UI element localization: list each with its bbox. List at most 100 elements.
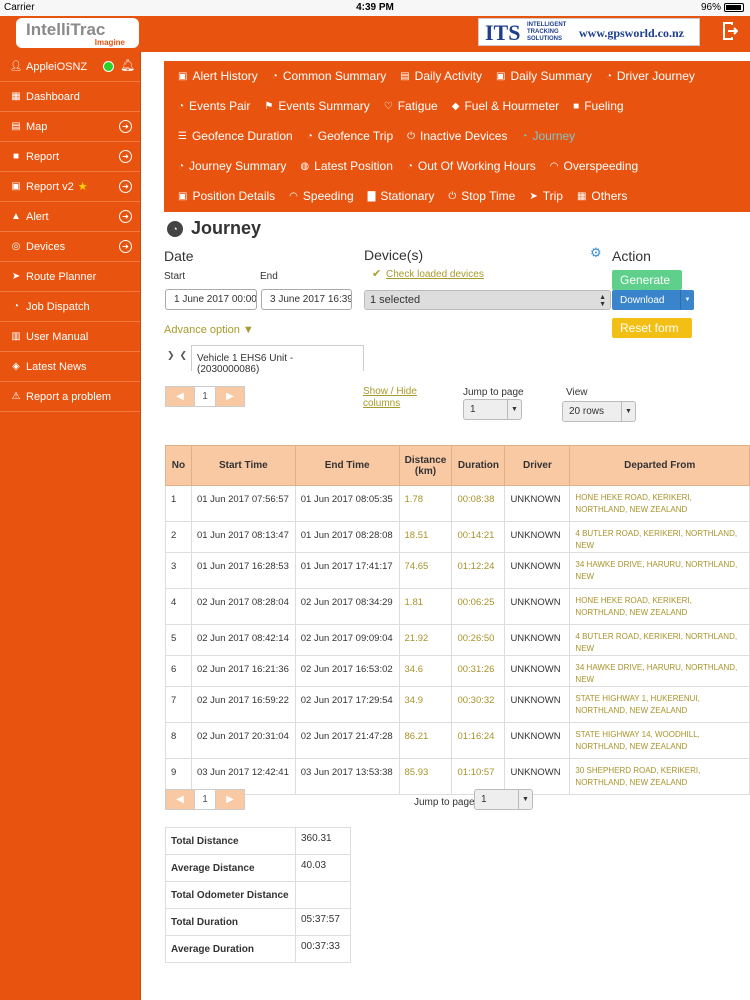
summary-row: Average Duration 00:37:33 <box>165 935 351 963</box>
news-icon: ◈ <box>12 361 20 372</box>
start-label: Start <box>164 271 186 282</box>
menu-item-speeding[interactable]: ◠ Speeding <box>289 189 353 203</box>
tab-scroll-arrows[interactable]: ❯ ❮ <box>167 350 187 361</box>
sidebar-item-report-v2[interactable]: ▣ Report v2 ★ ➜ <box>0 172 140 202</box>
column-header[interactable]: Driver <box>504 445 571 486</box>
battery-percent: 96% <box>700 2 721 13</box>
menu-item-journey[interactable]: ◔ Journey <box>521 129 575 143</box>
download-button[interactable]: Download ▼ <box>612 290 694 310</box>
menu-item-overspeeding[interactable]: ◠ Overspeeding <box>550 159 638 173</box>
table-row[interactable]: 8 02 Jun 2017 20:31:04 02 Jun 2017 21:47:2… <box>165 722 750 759</box>
menu-item-fatigue[interactable]: ♡ Fatigue <box>384 99 438 113</box>
menu-item-stop-time[interactable]: ⏻ Stop Time <box>448 189 515 203</box>
end-date-input[interactable]: 3 June 2017 16:39 <box>261 289 352 310</box>
menu-item-position-details[interactable]: ▣ Position Details <box>178 189 275 203</box>
next-page-button[interactable]: ▶ <box>216 790 244 809</box>
show-hide-columns-link[interactable]: Show / Hide columns <box>363 386 417 410</box>
menu-item-journey-summary[interactable]: ◔ Journey Summary <box>178 159 286 173</box>
column-header[interactable]: Duration <box>451 445 506 486</box>
report-icon: ▣ <box>496 70 506 82</box>
sidebar-item-devices[interactable]: ◎ Devices ➜ <box>0 232 140 262</box>
table-row[interactable]: 5 02 Jun 2017 08:42:14 02 Jun 2017 09:09:0… <box>165 624 750 656</box>
table-row[interactable]: 9 03 Jun 2017 12:42:41 03 Jun 2017 13:53:3… <box>165 758 750 795</box>
menu-item-geofence-duration[interactable]: ☰ Geofence Duration <box>178 129 293 143</box>
menu-item-daily-summary[interactable]: ▣ Daily Summary <box>496 69 592 83</box>
sidebar-item-report[interactable]: ■ Report ➜ <box>0 142 140 172</box>
logout-icon[interactable] <box>722 22 738 40</box>
menu-item-driver-journey[interactable]: ◔ Driver Journey <box>606 69 695 83</box>
its-banner[interactable]: ITS INTELLIGENT TRACKING SOLUTIONS www.g… <box>478 18 700 46</box>
sidebar-user[interactable]: 👤︎ AppleiOSNZ 🔔︎ <box>0 52 140 82</box>
sidebar-item-latest-news[interactable]: ◈ Latest News <box>0 352 140 382</box>
cell-duration: 01:16:24 <box>451 722 506 759</box>
table-header-row: No Start Time End Time Distance (km) Dur… <box>165 445 750 486</box>
menu-item-trip[interactable]: ➤ Trip <box>529 189 563 203</box>
table-row[interactable]: 4 02 Jun 2017 08:28:04 02 Jun 2017 08:34:2… <box>165 588 750 625</box>
ios-status-bar: Carrier 4:39 PM 96% <box>0 0 750 16</box>
sidebar-item-report-problem[interactable]: ⚠︎ Report a problem <box>0 382 140 412</box>
view-rows-select[interactable]: 20 rows ▼ <box>562 401 636 422</box>
column-header[interactable]: Departed From <box>569 445 750 486</box>
sidebar-item-route-planner[interactable]: ➤ Route Planner <box>0 262 140 292</box>
menu-item-events-pair[interactable]: ◔ Events Pair <box>178 99 250 113</box>
menu-item-out-of-working-hours[interactable]: ◔ Out Of Working Hours <box>407 159 536 173</box>
reset-form-button[interactable]: Reset form <box>612 318 692 338</box>
menu-item-others[interactable]: ▦ Others <box>577 189 627 203</box>
prev-page-button[interactable]: ◀ <box>166 790 194 809</box>
menu-item-daily-activity[interactable]: ▤ Daily Activity <box>400 69 482 83</box>
summary-value <box>295 881 351 909</box>
menu-item-inactive-devices[interactable]: ⏻ Inactive Devices <box>407 129 507 143</box>
cell-end-time: 01 Jun 2017 08:28:08 <box>294 521 400 553</box>
cell-departed-from: HONE HEKE ROAD, KERIKERI, NORTHLAND, NEW… <box>569 588 750 625</box>
menu-item-fuel-hourmeter[interactable]: ◆ Fuel & Hourmeter <box>452 99 559 113</box>
gear-icon[interactable]: ⚙︎ <box>590 245 602 261</box>
jump-to-page-select[interactable]: 1 ▼ <box>463 399 522 420</box>
column-header[interactable]: Distance (km) <box>398 445 453 486</box>
start-date-input[interactable]: 1 June 2017 00:00 <box>165 289 257 310</box>
column-header[interactable]: Start Time <box>190 445 296 486</box>
cell-distance: 1.81 <box>398 588 453 625</box>
menu-item-latest-position[interactable]: ◍ Latest Position <box>300 159 392 173</box>
bar-chart-icon: ▇ <box>367 190 376 202</box>
devices-select[interactable]: 1 selected ▲ ▼ <box>364 290 611 310</box>
chevron-down-icon[interactable]: ▼ <box>680 290 694 310</box>
download-label: Download <box>620 294 665 306</box>
cell-driver: UNKNOWN <box>504 686 571 723</box>
jump-to-page-select[interactable]: 1 ▼ <box>474 789 533 810</box>
menu-row: ◔ Journey Summary ◍ Latest Position ◔ Out O… <box>164 151 750 181</box>
page-title-text: Journey <box>191 218 262 238</box>
menu-item-stationary[interactable]: ▇ Stationary <box>368 189 435 203</box>
generate-button[interactable]: Generate <box>612 270 682 290</box>
report-icon: ▣ <box>178 190 188 202</box>
clock-icon: ◔ <box>271 70 278 82</box>
logo-sub-text: Imagine <box>94 38 125 47</box>
menu-item-fueling[interactable]: ■ Fueling <box>573 99 623 113</box>
column-header[interactable]: End Time <box>294 445 400 486</box>
column-header[interactable]: No <box>165 445 192 486</box>
bell-icon[interactable]: 🔔︎ <box>120 58 135 72</box>
table-row[interactable]: 1 01 Jun 2017 07:56:57 01 Jun 2017 08:05:3… <box>165 485 750 522</box>
sidebar-item-dashboard[interactable]: ▦ Dashboard <box>0 82 140 112</box>
tab-vehicle[interactable]: Vehicle 1 EHS6 Unit - (2030000086) <box>191 345 364 375</box>
intellitrac-logo[interactable]: IntelliTrac Imagine <box>16 18 139 48</box>
table-row[interactable]: 6 02 Jun 2017 16:21:36 02 Jun 2017 16:53:0… <box>165 655 750 687</box>
table-row[interactable]: 2 01 Jun 2017 08:13:47 01 Jun 2017 08:28:0… <box>165 521 750 553</box>
sidebar-item-alert[interactable]: ▲ Alert ➜ <box>0 202 140 232</box>
flag-icon: ⚑ <box>264 100 274 112</box>
menu-item-geofence-trip[interactable]: ◔ Geofence Trip <box>307 129 393 143</box>
check-loaded-devices-link[interactable]: Check loaded devices <box>386 269 484 280</box>
menu-item-common-summary[interactable]: ◔ Common Summary <box>272 69 386 83</box>
advance-option-toggle[interactable]: Advance option ▼ <box>164 324 254 336</box>
sidebar-item-job-dispatch[interactable]: ◔ Job Dispatch <box>0 292 140 322</box>
cell-duration: 00:06:25 <box>451 588 506 625</box>
table-row[interactable]: 7 02 Jun 2017 16:59:22 02 Jun 2017 17:29:5… <box>165 686 750 723</box>
table-row[interactable]: 3 01 Jun 2017 16:28:53 01 Jun 2017 17:41:1… <box>165 552 750 589</box>
clock-icon: ◔ <box>178 100 185 112</box>
menu-item-alert-history[interactable]: ▣ Alert History <box>178 69 258 83</box>
sidebar-item-user-manual[interactable]: ▥ User Manual <box>0 322 140 352</box>
sidebar-item-map[interactable]: ▤ Map ➜ <box>0 112 140 142</box>
next-page-button[interactable]: ▶ <box>216 387 244 406</box>
menu-item-events-summary[interactable]: ⚑ Events Summary <box>264 99 369 113</box>
prev-page-button[interactable]: ◀ <box>166 387 194 406</box>
job-icon: ◔ <box>12 301 20 312</box>
